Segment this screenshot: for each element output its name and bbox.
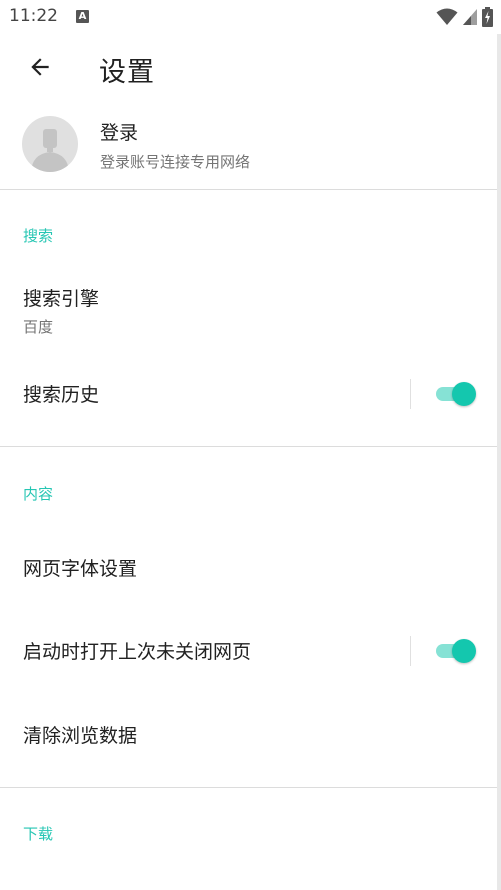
search-history-toggle[interactable] (435, 381, 477, 407)
back-button[interactable] (20, 47, 60, 87)
arrow-left-icon (31, 58, 49, 76)
status-icons (436, 7, 493, 27)
separator (410, 379, 411, 409)
web-font-settings-label: 网页字体设置 (23, 558, 138, 580)
search-engine-value: 百度 (23, 318, 54, 336)
page-title: 设置 (99, 57, 155, 88)
divider (0, 446, 497, 447)
web-font-settings-row[interactable]: 网页字体设置 (0, 532, 497, 604)
search-history-row[interactable]: 搜索历史 (0, 358, 497, 430)
account-subtitle: 登录账号连接专用网络 (100, 153, 251, 171)
person-icon (31, 129, 69, 172)
restore-tabs-label: 启动时打开上次未关闭网页 (23, 641, 252, 663)
clear-browsing-data-row[interactable]: 清除浏览数据 (0, 699, 497, 771)
status-bar: 11:22 A (0, 0, 501, 34)
wifi-icon (436, 8, 458, 25)
restore-tabs-toggle[interactable] (435, 638, 477, 664)
search-engine-row[interactable]: 搜索引擎 百度 (0, 268, 497, 344)
section-header-search: 搜索 (23, 227, 54, 245)
account-title: 登录 (100, 122, 139, 144)
signal-icon (463, 9, 477, 25)
divider (0, 189, 497, 190)
app-bar: 设置 (0, 34, 501, 100)
toggle-thumb (452, 639, 476, 663)
scroll-edge (497, 34, 501, 890)
restore-tabs-row[interactable]: 启动时打开上次未关闭网页 (0, 615, 497, 687)
divider (0, 787, 497, 788)
battery-charging-icon (482, 7, 493, 27)
toggle-thumb (452, 382, 476, 406)
search-engine-label: 搜索引擎 (23, 288, 100, 310)
notification-icon: A (76, 10, 89, 23)
search-history-label: 搜索历史 (23, 384, 100, 406)
section-header-download: 下载 (23, 825, 54, 843)
clear-browsing-data-label: 清除浏览数据 (23, 725, 138, 747)
avatar (22, 116, 78, 172)
separator (410, 636, 411, 666)
section-header-content: 内容 (23, 485, 54, 503)
account-login-row[interactable]: 登录 登录账号连接专用网络 (0, 106, 501, 186)
status-time: 11:22 (9, 6, 58, 26)
